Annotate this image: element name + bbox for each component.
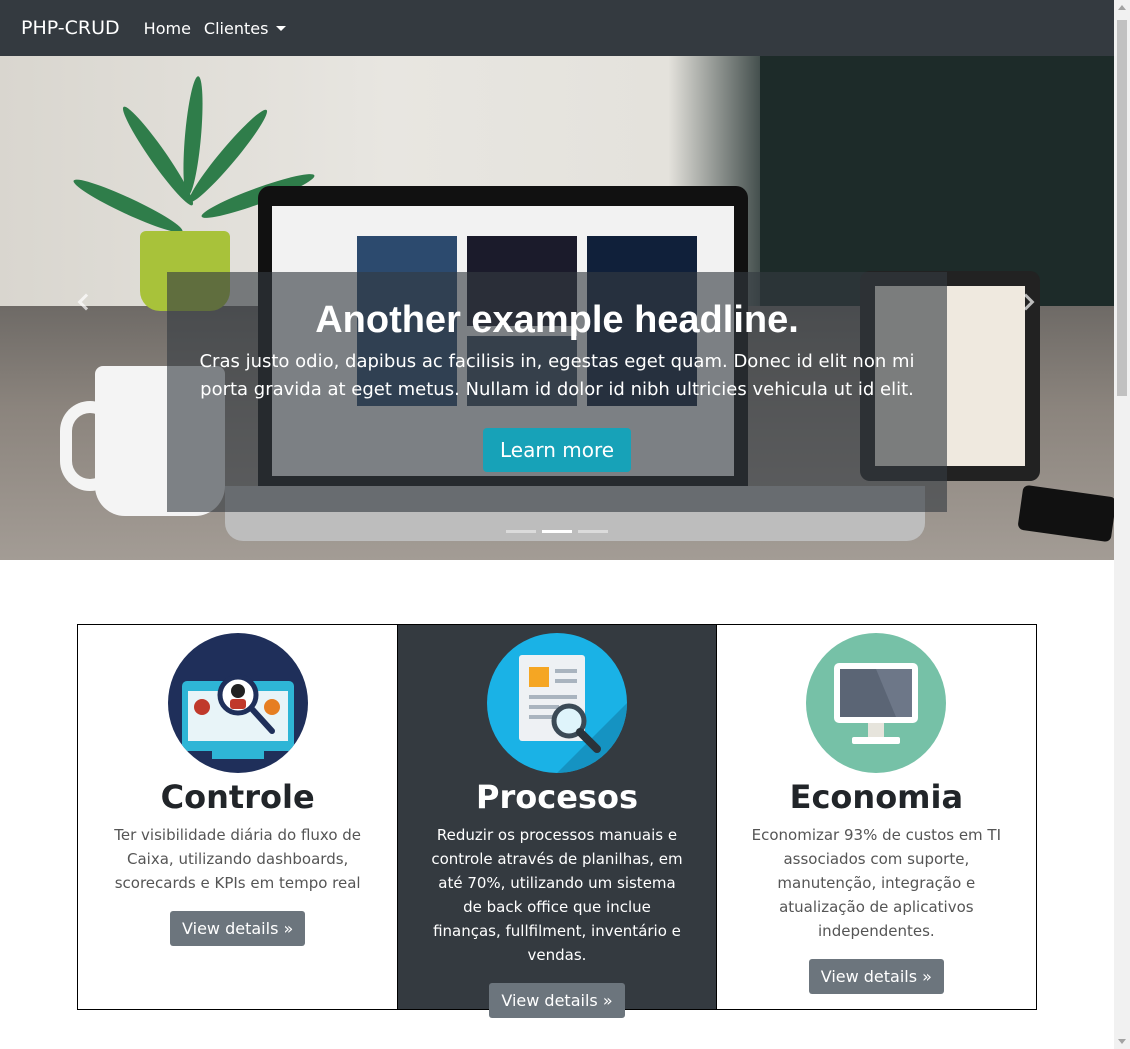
caret-down-icon [276,25,287,31]
feature-text: Economizar 93% de custos em TI associado… [751,826,1002,940]
carousel-indicator[interactable] [578,530,608,533]
carousel-caption: Another example headline. Cras justo odi… [167,272,947,512]
page-scrollbar[interactable] [1114,0,1130,1049]
feature-title: Economia [789,778,964,816]
nav-link-home-label: Home [143,18,191,38]
nav-link-home[interactable]: Home [144,19,191,38]
features-row: Controle Ter visibilidade diária do flux… [77,624,1037,1018]
nav-dropdown-clientes[interactable]: Clientes [204,19,287,38]
feature-title: Procesos [476,778,638,816]
carousel-indicator-active[interactable] [542,530,572,533]
learn-more-button[interactable]: Learn more [482,428,632,472]
feature-title: Controle [160,778,315,816]
carousel-indicator[interactable] [506,530,536,533]
view-details-button[interactable]: View details » [489,983,625,1018]
carousel-indicators [506,530,608,533]
monitor-icon [806,633,947,773]
carousel-text: Cras justo odio, dapibus ac facilisis in… [199,351,915,400]
feature-economia: Economia Economizar 93% de custos em TI … [717,625,1036,1009]
scroll-up-arrow-icon[interactable] [1118,5,1126,10]
feature-controle: Controle Ter visibilidade diária do flux… [78,625,397,1009]
hero-carousel: Another example headline. Cras justo odi… [0,56,1114,560]
feature-text: Reduzir os processos manuais e controle … [431,826,683,964]
nav-dropdown-clientes-label: Clientes [203,18,269,38]
feature-procesos: Procesos Reduzir os processos manuais e … [397,625,717,1018]
feature-text: Ter visibilidade diária do fluxo de Caix… [114,826,362,892]
view-details-button[interactable]: View details » [808,959,944,994]
scroll-down-arrow-icon[interactable] [1118,1039,1126,1044]
view-details-button[interactable]: View details » [170,911,306,946]
document-search-icon [487,633,627,773]
navbar: PHP-CRUD Home Clientes [0,0,1114,56]
navbar-brand[interactable]: PHP-CRUD [21,17,120,39]
people-search-icon [167,633,308,773]
carousel-headline: Another example headline. [315,299,799,341]
scrollbar-thumb[interactable] [1117,20,1127,396]
